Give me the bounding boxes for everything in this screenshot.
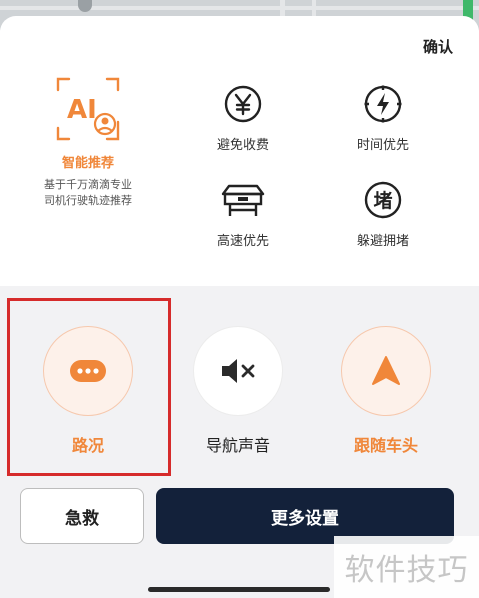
smart-desc-line: 基于千万滴滴专业 — [44, 178, 132, 191]
speaker-mute-icon — [222, 359, 255, 383]
watermark: 软件技巧 — [334, 536, 479, 598]
navigation-arrow-icon — [372, 356, 400, 385]
pref-time-first[interactable]: 时间优先 — [328, 84, 438, 153]
svg-text:堵: 堵 — [373, 189, 392, 212]
ai-driver-icon: AI — [56, 77, 120, 141]
nav-voice-label: 导航声音 — [205, 436, 270, 455]
pref-highway-first[interactable]: 高速优先 — [188, 180, 298, 249]
yuan-icon — [224, 85, 262, 123]
smart-recommend-option[interactable]: AI 智能推荐 基于千万滴滴专业 司机行驶轨迹推荐 — [20, 76, 156, 209]
rescue-button[interactable]: 急救 — [20, 488, 144, 544]
pref-avoid-toll[interactable]: 避免收费 — [188, 84, 298, 153]
smart-desc-line: 司机行驶轨迹推荐 — [44, 194, 132, 207]
map-pin-icon — [78, 0, 92, 12]
traffic-dots-icon — [70, 360, 106, 382]
follow-heading-label: 跟随车头 — [353, 436, 418, 455]
map-road — [0, 6, 479, 10]
pref-label: 躲避拥堵 — [356, 234, 409, 249]
compass-icon — [364, 85, 402, 123]
pref-label: 时间优先 — [356, 138, 409, 153]
smart-recommend-title: 智能推荐 — [61, 156, 114, 171]
pref-avoid-congestion[interactable]: 堵 躲避拥堵 — [328, 180, 438, 249]
home-indicator[interactable] — [148, 587, 330, 592]
traffic-toggle[interactable]: 路况 — [28, 326, 148, 456]
pref-label: 高速优先 — [216, 234, 269, 249]
follow-heading-toggle[interactable]: 跟随车头 — [326, 326, 446, 456]
smart-recommend-desc: 基于千万滴滴专业 司机行驶轨迹推荐 — [20, 177, 156, 209]
congestion-icon: 堵 — [364, 181, 402, 219]
nav-voice-toggle[interactable]: 导航声音 — [178, 326, 298, 456]
traffic-label: 路况 — [71, 436, 104, 455]
confirm-button[interactable]: 确认 — [423, 36, 453, 57]
traffic-circle — [43, 326, 133, 416]
pref-label: 避免收费 — [216, 138, 269, 153]
highway-toll-icon — [221, 184, 265, 216]
svg-text:AI: AI — [67, 95, 97, 125]
follow-heading-circle — [341, 326, 431, 416]
nav-voice-circle — [193, 326, 283, 416]
